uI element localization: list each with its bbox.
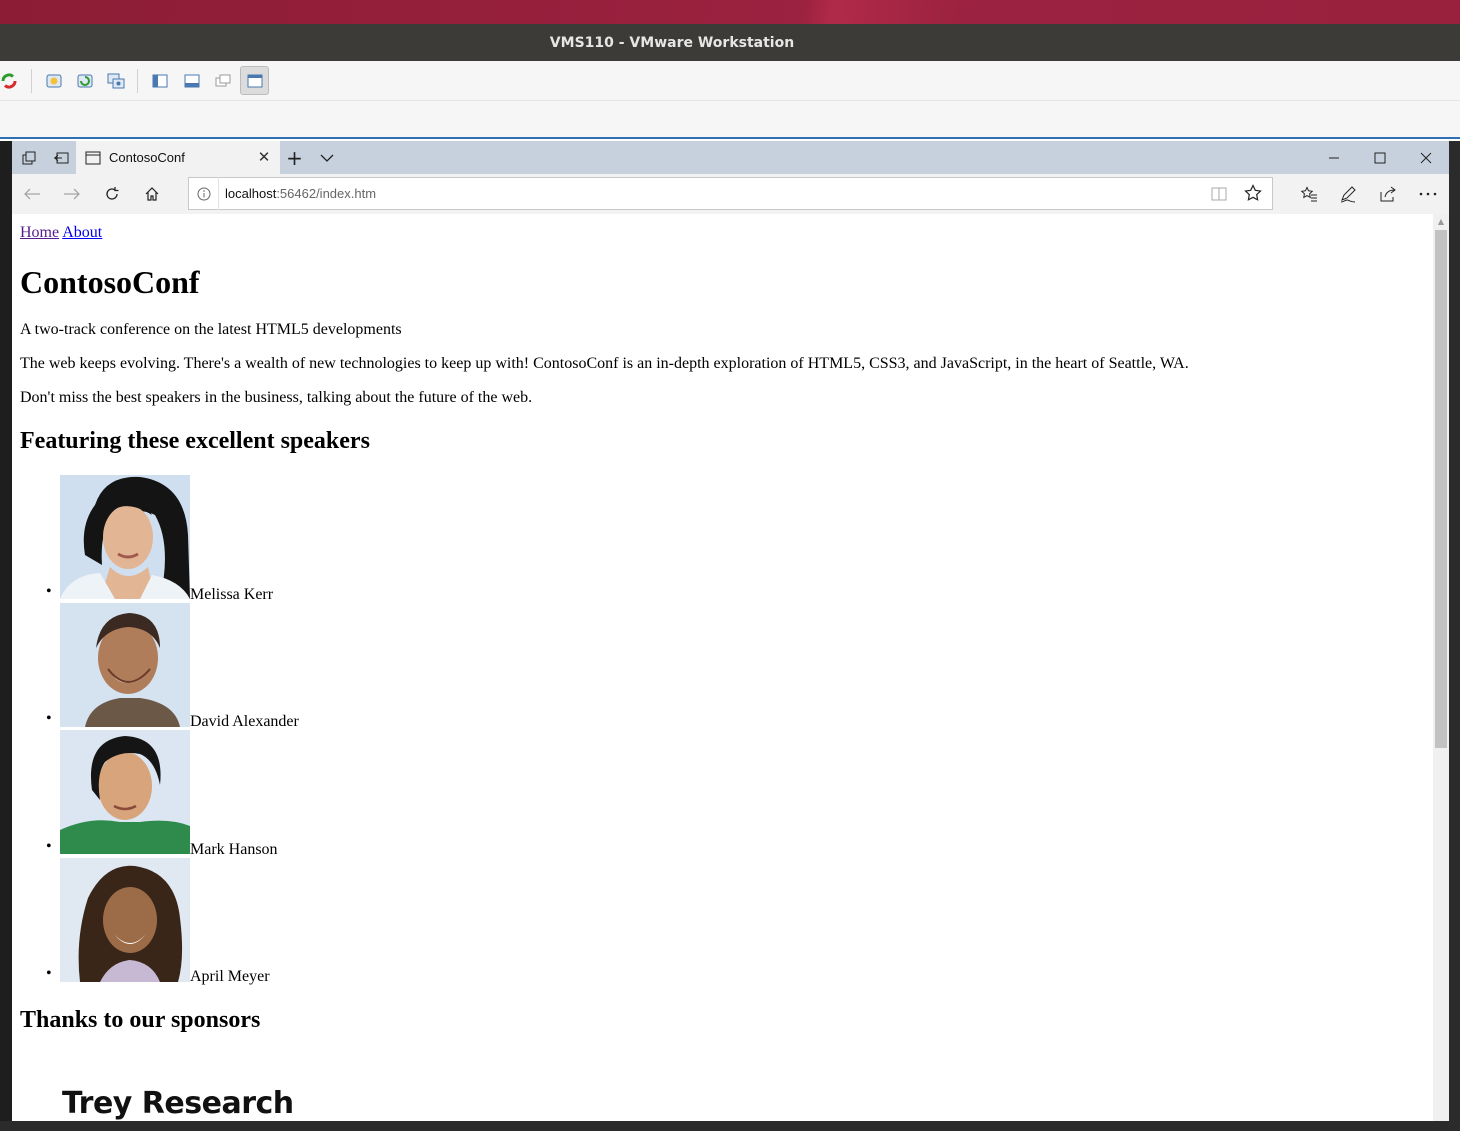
list-bullet: • (46, 582, 52, 600)
minimize-icon[interactable] (1311, 141, 1357, 174)
fullscreen-icon[interactable] (240, 66, 269, 95)
vmware-title-bar: VMS110 - VMware Workstation (0, 24, 1460, 61)
favorites-hub-icon[interactable] (1291, 178, 1327, 210)
library-view-icon[interactable] (149, 70, 171, 92)
tab-preview-chevron-icon[interactable] (310, 141, 343, 174)
intro-paragraph: The web keeps evolving. There's a wealth… (20, 355, 1189, 372)
vmware-toolbar (0, 61, 1460, 101)
url-text[interactable]: localhost:56462/index.htm (225, 186, 376, 201)
page-viewport: Home About ContosoConf A two-track confe… (12, 214, 1433, 1131)
scroll-up-arrow-icon[interactable]: ▲ (1433, 214, 1449, 228)
url-path: :56462/index.htm (276, 186, 377, 201)
back-icon[interactable] (14, 178, 50, 210)
speakers-list: • Melissa Kerr • David Alexander • Mark … (46, 475, 460, 985)
reading-view-icon[interactable] (1210, 185, 1228, 207)
list-bullet: • (46, 837, 52, 855)
speaker-name: David Alexander (190, 713, 299, 730)
vmware-window-title: VMS110 - VMware Workstation (549, 34, 795, 51)
unity-icon[interactable] (212, 70, 234, 92)
forward-icon[interactable] (54, 178, 90, 210)
page-title: ContosoConf (20, 264, 200, 300)
cta-paragraph: Don't miss the best speakers in the busi… (20, 389, 533, 406)
web-note-pen-icon[interactable] (1330, 178, 1366, 210)
snapshot-manager-icon[interactable] (105, 70, 127, 92)
speaker-item: • Mark Hanson (46, 730, 460, 858)
scroll-thumb[interactable] (1435, 230, 1447, 748)
favorite-star-icon[interactable] (1244, 184, 1262, 206)
page-scrollbar[interactable]: ▲ ▼ (1433, 214, 1449, 1131)
guest-desktop-right-edge (1449, 141, 1460, 1131)
toolbar-separator (137, 69, 138, 93)
host-desktop-strip (0, 0, 1460, 24)
speaker-photo (60, 730, 190, 854)
speakers-heading: Featuring these excellent speakers (20, 428, 370, 454)
new-tab-icon[interactable]: + (278, 141, 311, 174)
toolbar-separator (31, 69, 32, 93)
tab-contosoconf[interactable]: ContosoConf ✕ (76, 141, 280, 174)
tagline: A two-track conference on the latest HTM… (20, 321, 402, 338)
speaker-photo (60, 475, 190, 599)
speaker-item: • David Alexander (46, 602, 460, 730)
close-tab-icon[interactable]: ✕ (256, 148, 272, 166)
revert-snapshot-icon[interactable] (74, 70, 96, 92)
maximize-icon[interactable] (1357, 141, 1403, 174)
list-bullet: • (46, 965, 52, 982)
speaker-name: April Meyer (190, 968, 270, 985)
speaker-name: Melissa Kerr (190, 585, 274, 603)
page-icon (85, 151, 101, 164)
edge-browser-window: ContosoConf ✕ + localhost:56462/index.ht… (12, 141, 1449, 1131)
speaker-photo (60, 857, 190, 982)
speaker-item: • Melissa Kerr (46, 475, 460, 603)
tab-title: ContosoConf (109, 150, 185, 165)
guest-desktop-left-edge (0, 141, 12, 1131)
thumbnail-bar-icon[interactable] (181, 70, 203, 92)
close-window-icon[interactable] (1403, 141, 1449, 174)
sponsor-logo-trey-research[interactable]: Trey Research (62, 1086, 294, 1121)
speaker-name: Mark Hanson (190, 840, 278, 858)
speaker-photo (60, 602, 190, 727)
refresh-icon[interactable] (94, 178, 130, 210)
tabs-aside-icon[interactable] (44, 141, 77, 174)
url-host: localhost (225, 186, 277, 201)
more-options-icon[interactable] (1410, 178, 1446, 210)
vmware-tab-strip (0, 101, 1460, 139)
power-icon[interactable] (0, 70, 20, 92)
address-bar[interactable]: localhost:56462/index.htm (188, 177, 1273, 210)
nav-link-home[interactable]: Home (20, 224, 59, 241)
snapshot-icon[interactable] (43, 70, 65, 92)
site-info-icon[interactable] (189, 177, 219, 210)
share-icon[interactable] (1370, 178, 1406, 210)
host-bottom-strip (0, 1121, 1460, 1131)
navigation-bar: localhost:56462/index.htm (12, 174, 1449, 214)
site-nav: Home About (20, 224, 102, 242)
list-bullet: • (46, 710, 52, 727)
sponsors-heading: Thanks to our sponsors (20, 1007, 261, 1033)
home-icon[interactable] (134, 178, 170, 210)
speaker-item: • April Meyer (46, 857, 460, 985)
set-tabs-aside-icon[interactable] (12, 141, 45, 174)
browser-tab-bar: ContosoConf ✕ + (12, 141, 1449, 174)
nav-link-about[interactable]: About (62, 224, 102, 241)
